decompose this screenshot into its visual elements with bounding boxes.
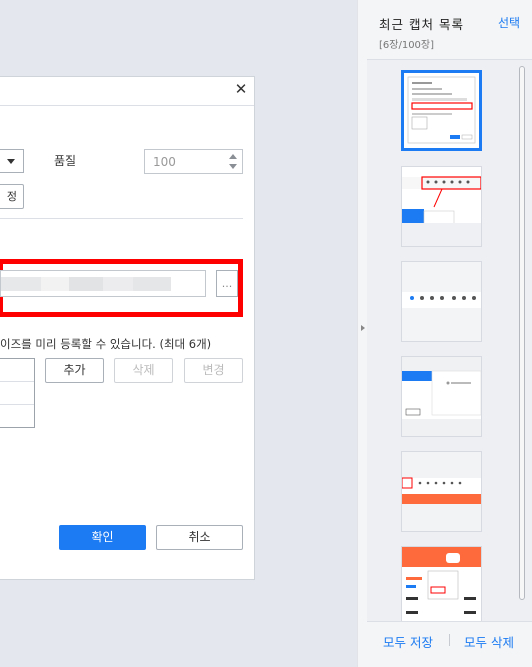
- thumbnail-3[interactable]: [401, 261, 482, 342]
- thumbnail-6[interactable]: [401, 546, 482, 621]
- cancel-button[interactable]: 취소: [156, 525, 243, 550]
- collapse-arrow-icon[interactable]: [361, 325, 365, 331]
- thumbnail-5[interactable]: [401, 451, 482, 532]
- spin-down-icon[interactable]: [227, 162, 239, 171]
- footer-separator: [449, 634, 450, 646]
- thumbnail-4[interactable]: [401, 356, 482, 437]
- thumbnail-1[interactable]: [401, 70, 482, 151]
- ok-button[interactable]: 확인: [59, 525, 146, 550]
- thumbnail-2[interactable]: [401, 166, 482, 247]
- title-divider: [0, 105, 254, 106]
- size-description: 이즈를 미리 등록할 수 있습니다. (최대 6개): [0, 337, 212, 351]
- footer-divider: [367, 621, 532, 622]
- size-list[interactable]: [0, 358, 35, 428]
- section-divider: [0, 218, 243, 219]
- spin-up-icon[interactable]: [227, 152, 239, 161]
- delete-all-link[interactable]: 모두 삭제: [464, 632, 514, 651]
- save-all-link[interactable]: 모두 저장: [383, 632, 433, 651]
- panel-title: 최근 캡처 목록: [379, 17, 464, 32]
- panel-splitter[interactable]: [357, 0, 367, 667]
- quality-label: 품질: [54, 154, 77, 168]
- capture-count: [6장/100장]: [379, 40, 435, 51]
- scrollbar[interactable]: [519, 66, 525, 600]
- add-size-button[interactable]: 추가: [45, 358, 104, 383]
- select-link[interactable]: 선택: [498, 14, 520, 31]
- thumbnail-list: [367, 60, 532, 621]
- settings-button[interactable]: 정: [0, 184, 24, 209]
- chevron-down-icon[interactable]: [0, 149, 24, 173]
- change-size-button[interactable]: 변경: [184, 358, 243, 383]
- browse-button[interactable]: ...: [216, 270, 238, 297]
- close-icon[interactable]: ✕: [231, 79, 251, 99]
- recent-captures-panel: 최근 캡처 목록 [6장/100장] 선택 모두 저장 모두 삭제: [367, 0, 532, 667]
- save-path-input[interactable]: [0, 270, 206, 297]
- delete-size-button[interactable]: 삭제: [114, 358, 173, 383]
